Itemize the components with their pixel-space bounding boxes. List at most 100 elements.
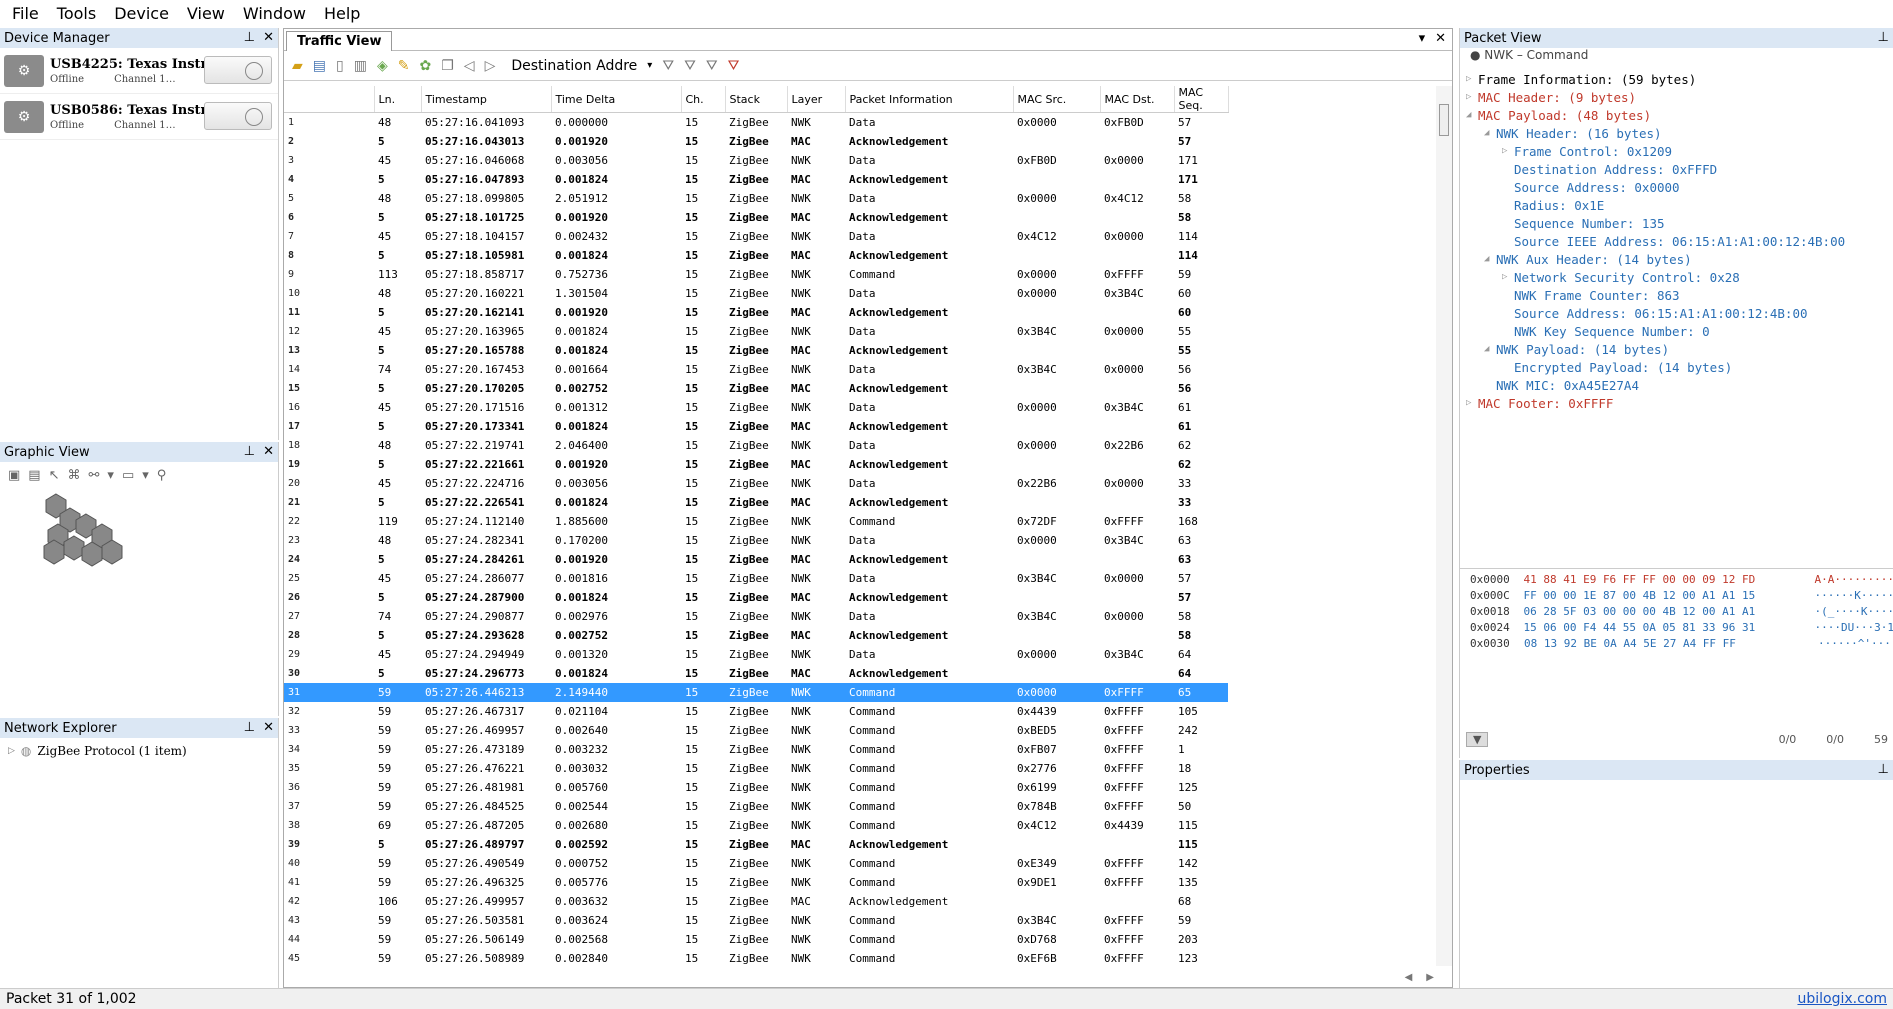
- copy-icon[interactable]: ❐: [441, 58, 454, 74]
- table-row[interactable]: 12 45 05:27:20.163965 0.001824 15 ZigBee NWK Da…: [284, 322, 1228, 341]
- save-icon[interactable]: ▤: [28, 468, 40, 483]
- table-row[interactable]: 30 5 05:27:24.296773 0.001824 15 ZigBee MAC Ack…: [284, 664, 1228, 683]
- tree-node[interactable]: Source Address: 0x0000: [1466, 178, 1893, 196]
- table-row[interactable]: 6 5 05:27:18.101725 0.001920 15 ZigBee MAC Ackn…: [284, 208, 1228, 227]
- table-row[interactable]: 16 45 05:27:20.171516 0.001312 15 ZigBee NWK Da…: [284, 398, 1228, 417]
- menu-device[interactable]: Device: [106, 0, 179, 28]
- table-row[interactable]: 7 45 05:27:18.104157 0.002432 15 ZigBee NWK Dat…: [284, 227, 1228, 246]
- table-row[interactable]: 3 45 05:27:16.046068 0.003056 15 ZigBee NWK Dat…: [284, 151, 1228, 170]
- close-icon[interactable]: ✕: [263, 720, 274, 735]
- table-row[interactable]: 43 59 05:27:26.503581 0.003624 15 ZigBee NWK Co…: [284, 911, 1228, 930]
- col-header[interactable]: Timestamp: [421, 86, 552, 113]
- tree-node[interactable]: ▷ Network Security Control: 0x28: [1466, 268, 1893, 286]
- expand-arrow-icon[interactable]: ▷: [1502, 146, 1514, 156]
- vertical-scrollbar[interactable]: [1436, 86, 1452, 966]
- package-icon[interactable]: ◈: [377, 58, 388, 74]
- pin-icon[interactable]: ⊥: [1878, 30, 1889, 45]
- open-folder-icon[interactable]: ▰: [292, 58, 303, 74]
- table-row[interactable]: 34 59 05:27:26.473189 0.003232 15 ZigBee NWK Co…: [284, 740, 1228, 759]
- expand-arrow-icon[interactable]: ▷: [1466, 398, 1478, 408]
- table-row[interactable]: 18 48 05:27:22.219741 2.046400 15 ZigBee NWK Da…: [284, 436, 1228, 455]
- table-row[interactable]: 40 59 05:27:26.490549 0.000752 15 ZigBee NWK Co…: [284, 854, 1228, 873]
- col-header[interactable]: Time Delta: [551, 86, 682, 113]
- magnet-icon[interactable]: ⌘: [68, 468, 81, 483]
- pointer-icon[interactable]: ↖: [49, 468, 60, 483]
- scroll-thumb[interactable]: [1439, 104, 1449, 136]
- table-row[interactable]: 41 59 05:27:26.496325 0.005776 15 ZigBee NWK Co…: [284, 873, 1228, 892]
- tree-node[interactable]: ▷ Frame Information: (59 bytes): [1466, 70, 1893, 88]
- device-item[interactable]: ⚙ USB4225: Texas Instru… Offline Channel …: [0, 48, 278, 94]
- scroll-right-icon[interactable]: ▶: [1426, 972, 1434, 983]
- open-icon[interactable]: ▣: [8, 468, 20, 483]
- table-row[interactable]: 21 5 05:27:22.226541 0.001824 15 ZigBee MAC Ack…: [284, 493, 1228, 512]
- expand-arrow-icon[interactable]: ▷: [1502, 272, 1514, 282]
- tree-node[interactable]: Source IEEE Address: 06:15:A1:A1:00:12:4…: [1466, 232, 1893, 250]
- device-item[interactable]: ⚙ USB0586: Texas Instru… Offline Channel …: [0, 94, 278, 140]
- chevron-down-icon[interactable]: ▾: [1419, 31, 1426, 46]
- tree-node[interactable]: NWK Frame Counter: 863: [1466, 286, 1893, 304]
- col-header[interactable]: Packet Information: [845, 86, 1014, 113]
- hex-bytes[interactable]: FF 00 00 1E 87 00 4B 12 00 A1 A1 15: [1521, 589, 1814, 605]
- table-row[interactable]: 22 119 05:27:24.112140 1.885600 15 ZigBee NWK C…: [284, 512, 1228, 531]
- table-row[interactable]: 10 48 05:27:20.160221 1.301504 15 ZigBee NWK Da…: [284, 284, 1228, 303]
- pin-icon[interactable]: ⊥: [244, 30, 255, 45]
- dropdown-icon[interactable]: ▾: [142, 468, 149, 483]
- close-icon[interactable]: ✕: [263, 30, 274, 45]
- col-header[interactable]: Ln.: [374, 86, 422, 113]
- table-row[interactable]: 19 5 05:27:22.221661 0.001920 15 ZigBee MAC Ack…: [284, 455, 1228, 474]
- zoom-icon[interactable]: ⚲: [157, 468, 167, 483]
- col-header[interactable]: Stack: [725, 86, 788, 113]
- export-icon[interactable]: ▯: [336, 58, 344, 74]
- filter-add-icon[interactable]: ⛛: [684, 58, 696, 74]
- tree-node[interactable]: ◢ NWK Header: (16 bytes): [1466, 124, 1893, 142]
- tree-node[interactable]: NWK Key Sequence Number: 0: [1466, 322, 1893, 340]
- tree-node[interactable]: ▷ Frame Control: 0x1209: [1466, 142, 1893, 160]
- table-row[interactable]: 8 5 05:27:18.105981 0.001824 15 ZigBee MAC Ackn…: [284, 246, 1228, 265]
- expand-arrow-icon[interactable]: ◢: [1484, 344, 1496, 354]
- table-row[interactable]: 38 69 05:27:26.487205 0.002680 15 ZigBee NWK Co…: [284, 816, 1228, 835]
- table-row[interactable]: 45 59 05:27:26.508989 0.002840 15 ZigBee NWK Co…: [284, 949, 1228, 968]
- scroll-left-icon[interactable]: ◀: [1405, 972, 1413, 983]
- tree-node[interactable]: ▷ MAC Footer: 0xFFFF: [1466, 394, 1893, 412]
- expand-arrow-icon[interactable]: ▷: [1466, 92, 1478, 102]
- hex-bytes[interactable]: 08 13 92 BE 0A A4 5E 27 A4 FF FF: [1522, 637, 1818, 653]
- forward-icon[interactable]: ▷: [485, 58, 496, 74]
- menu-file[interactable]: File: [4, 0, 49, 28]
- expand-arrow-icon[interactable]: ◢: [1466, 110, 1478, 120]
- save-icon[interactable]: ▤: [313, 58, 326, 74]
- col-header[interactable]: MAC Src.: [1013, 86, 1101, 113]
- dropdown-icon[interactable]: ▾: [107, 468, 114, 483]
- table-row[interactable]: 24 5 05:27:24.284261 0.001920 15 ZigBee MAC Ack…: [284, 550, 1228, 569]
- tree-node[interactable]: Radius: 0x1E: [1466, 196, 1893, 214]
- close-icon[interactable]: ✕: [1435, 31, 1446, 46]
- tree-node[interactable]: Encrypted Payload: (14 bytes): [1466, 358, 1893, 376]
- col-header[interactable]: Ch.: [681, 86, 726, 113]
- packet-view-menu-button[interactable]: ▼: [1466, 731, 1489, 747]
- table-row[interactable]: 11 5 05:27:20.162141 0.001920 15 ZigBee MAC Ack…: [284, 303, 1228, 322]
- table-row[interactable]: 23 48 05:27:24.282341 0.170200 15 ZigBee NWK Da…: [284, 531, 1228, 550]
- filter-icon[interactable]: ⛛: [662, 58, 674, 74]
- hex-bytes[interactable]: 41 88 41 E9 F6 FF FF 00 00 09 12 FD: [1521, 573, 1814, 589]
- tree-node[interactable]: NWK MIC: 0xA45E27A4: [1466, 376, 1893, 394]
- pin-icon[interactable]: ⊥: [244, 444, 255, 459]
- table-row[interactable]: 31 59 05:27:26.446213 2.149440 15 ZigBee NWK Co…: [284, 682, 1228, 702]
- horizontal-scrollbar[interactable]: ◀ ▶: [284, 967, 1454, 987]
- device-toggle[interactable]: [204, 56, 272, 84]
- device-toggle[interactable]: [204, 102, 272, 130]
- tree-node[interactable]: ◢ NWK Aux Header: (14 bytes): [1466, 250, 1893, 268]
- highlight-icon[interactable]: ✎: [398, 58, 410, 74]
- table-row[interactable]: 17 5 05:27:20.173341 0.001824 15 ZigBee MAC Ack…: [284, 417, 1228, 436]
- hex-bytes[interactable]: 15 06 00 F4 44 55 0A 05 81 33 96 31: [1521, 621, 1814, 637]
- menu-view[interactable]: View: [179, 0, 235, 28]
- menu-help[interactable]: Help: [316, 0, 370, 28]
- expand-arrow-icon[interactable]: ▷: [1466, 74, 1478, 84]
- table-row[interactable]: 25 45 05:27:24.286077 0.001816 15 ZigBee NWK Da…: [284, 569, 1228, 588]
- settings-icon[interactable]: ✿: [419, 58, 431, 74]
- print-icon[interactable]: ▥: [354, 58, 367, 74]
- menu-tools[interactable]: Tools: [49, 0, 106, 28]
- table-row[interactable]: 5 48 05:27:18.099805 2.051912 15 ZigBee NWK Dat…: [284, 189, 1228, 208]
- filter-edit-icon[interactable]: ⛛: [706, 58, 718, 74]
- filter-clear-icon[interactable]: ⛛: [728, 58, 740, 74]
- table-row[interactable]: 33 59 05:27:26.469957 0.002640 15 ZigBee NWK Co…: [284, 721, 1228, 740]
- brand-link[interactable]: ubilogix.com: [1797, 991, 1887, 1007]
